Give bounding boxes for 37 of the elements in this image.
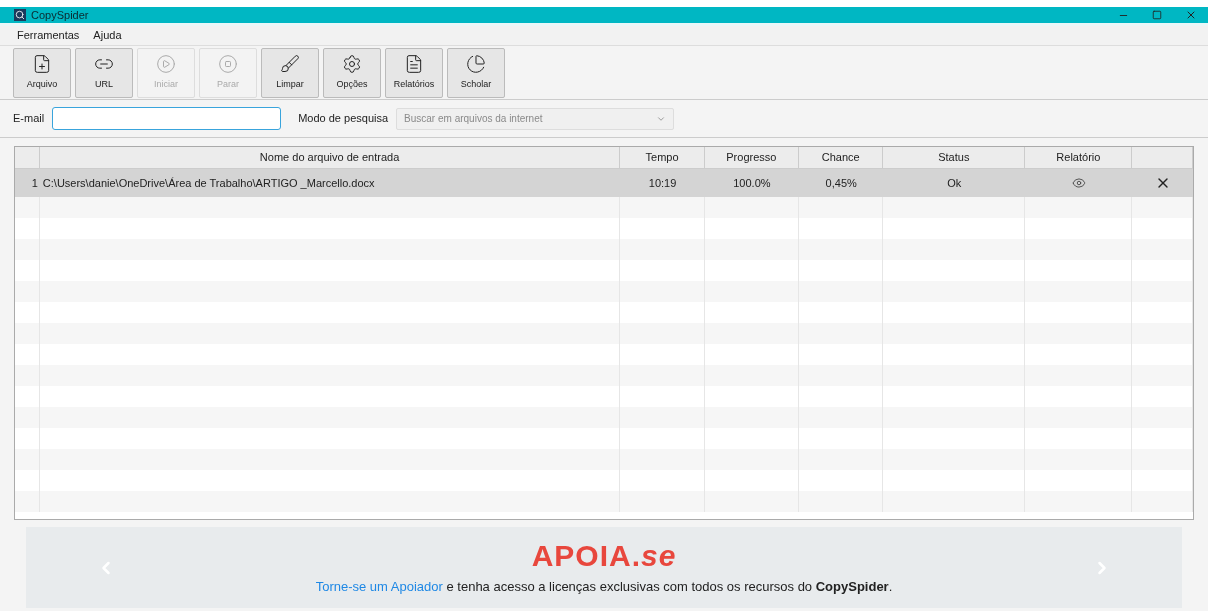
document-icon <box>404 53 424 74</box>
promo-text: Torne-se um Apoiador e tenha acesso a licenças exclusivas com todos os recursos do CopySpider. <box>315 577 893 596</box>
row-number: 1 <box>30 175 39 191</box>
column-header[interactable]: Progresso <box>704 147 799 168</box>
column-header[interactable]: Tempo <box>620 147 705 168</box>
gear-icon <box>342 53 362 74</box>
toolbar-button[interactable]: Limpar <box>261 47 319 98</box>
search-mode-label: Modo de pesquisa <box>298 111 389 127</box>
table-row[interactable]: 1 C:\Users\danie\OneDrive\Área de Trabalho\ARTIGO _Marcello.docx 10:19 100.0% 0,45% Ok <box>15 169 1193 197</box>
close-icon <box>1185 9 1197 21</box>
column-header[interactable]: Nome do arquivo de entrada <box>39 147 621 168</box>
play-icon <box>156 53 176 74</box>
apoia-logo: APOIA.se <box>531 538 677 573</box>
toolbar-button[interactable]: Scholar <box>447 47 505 98</box>
email-field[interactable] <box>52 107 282 130</box>
window-title: CopySpider <box>31 7 89 23</box>
toolbar-button[interactable]: URL <box>75 47 133 98</box>
table-cell-text: 10:19 <box>647 175 678 191</box>
table-cell-text: C:\Users\danie\OneDrive\Área de Trabalho\ARTIGO _Marcello.docx <box>41 175 376 191</box>
table-cell-text: Ok <box>946 175 963 191</box>
table-cell-text: 0,45% <box>824 175 858 191</box>
email-label: E-mail <box>13 111 45 127</box>
toolbar-button[interactable]: Opções <box>323 47 381 98</box>
menu-item[interactable]: Ferramentas <box>12 27 85 44</box>
table-cell-text: 100.0% <box>732 175 772 191</box>
toolbar-button[interactable]: Relatórios <box>385 47 443 98</box>
column-header[interactable]: Status <box>883 147 1026 168</box>
menu-item[interactable]: Ajuda <box>88 27 127 44</box>
column-header[interactable]: Chance <box>799 147 884 168</box>
stop-icon <box>218 53 238 74</box>
column-header[interactable]: Relatório <box>1025 147 1133 168</box>
toolbar-button[interactable]: Arquivo <box>13 47 71 98</box>
app-logo-icon <box>14 9 26 21</box>
view-report-icon[interactable] <box>1071 176 1086 190</box>
file-plus-icon <box>32 53 52 74</box>
maximize-icon <box>1152 10 1162 20</box>
pie-chart-icon <box>466 53 486 74</box>
